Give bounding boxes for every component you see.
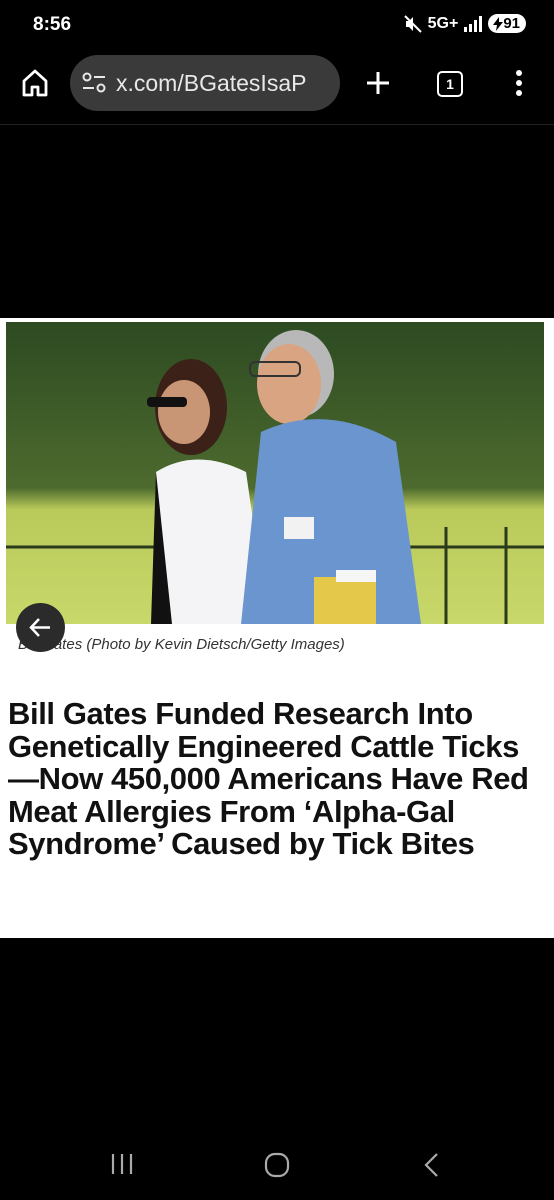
signal-icon bbox=[464, 15, 483, 32]
recents-icon[interactable] bbox=[108, 1152, 136, 1176]
back-arrow-icon bbox=[29, 618, 50, 637]
clock: 8:56 bbox=[33, 14, 72, 35]
mute-icon bbox=[403, 14, 422, 33]
photo-caption: Bill Gates (Photo by Kevin Dietsch/Getty… bbox=[18, 636, 345, 653]
battery-level: 91 bbox=[503, 15, 520, 32]
nav-home-icon[interactable] bbox=[263, 1151, 291, 1179]
navigation-bar bbox=[0, 1130, 554, 1200]
article-card: Bill Gates (Photo by Kevin Dietsch/Getty… bbox=[0, 318, 554, 938]
more-icon[interactable] bbox=[507, 68, 531, 98]
charging-icon bbox=[493, 16, 504, 31]
plus-icon[interactable] bbox=[363, 68, 393, 98]
status-bar: 8:56 5G+ 91 bbox=[0, 0, 554, 52]
browser-toolbar: x.com/BGatesIsaP 1 bbox=[0, 52, 554, 125]
url-text[interactable]: x.com/BGatesIsaP bbox=[116, 70, 331, 97]
url-bar[interactable]: x.com/BGatesIsaP bbox=[70, 55, 340, 111]
network-type: 5G+ bbox=[427, 14, 459, 32]
site-settings-icon[interactable] bbox=[82, 72, 106, 94]
home-icon[interactable] bbox=[20, 68, 50, 98]
back-button[interactable] bbox=[16, 603, 65, 652]
tab-switcher-icon[interactable]: 1 bbox=[437, 71, 463, 97]
article-photo bbox=[6, 322, 544, 624]
system-icons: 5G+ 91 bbox=[403, 14, 526, 33]
nav-back-icon[interactable] bbox=[420, 1151, 444, 1179]
article-headline: Bill Gates Funded Research Into Genetica… bbox=[8, 696, 529, 861]
battery-indicator: 91 bbox=[488, 14, 526, 33]
